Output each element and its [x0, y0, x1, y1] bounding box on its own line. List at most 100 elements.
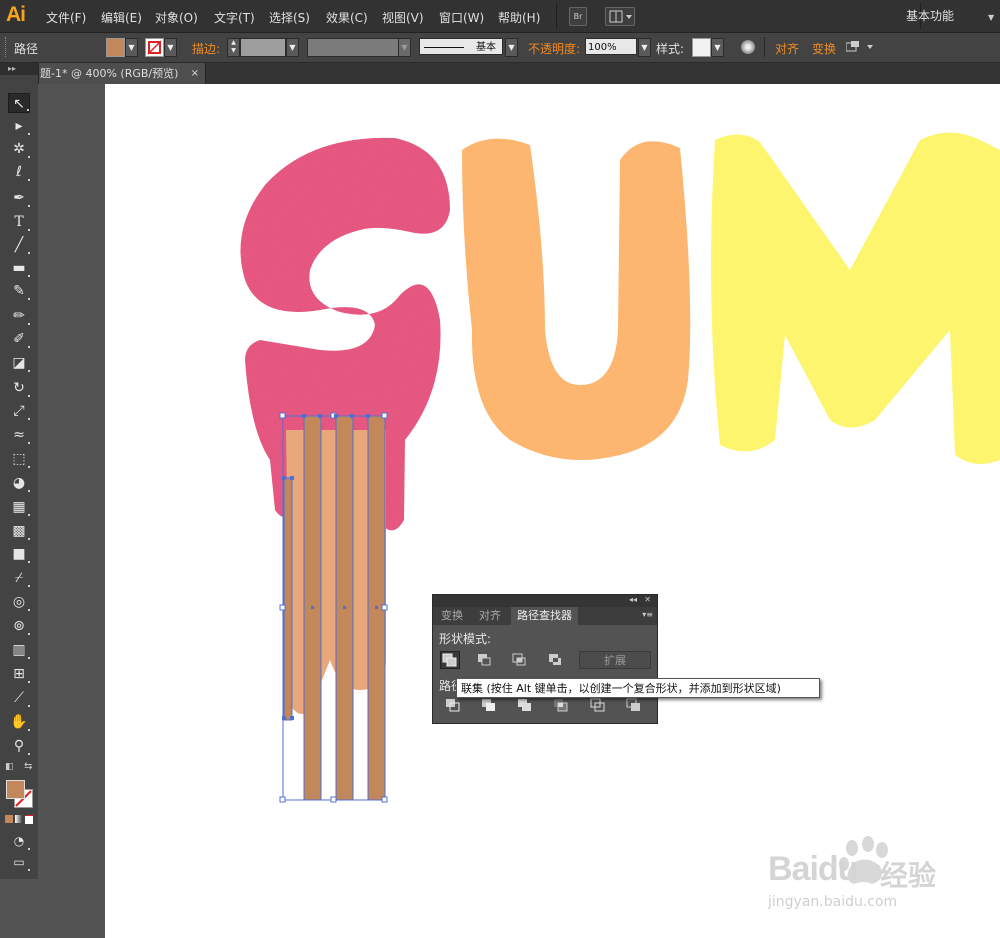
- watermark-url: jingyan.baidu.com: [768, 894, 898, 910]
- default-colors-icon[interactable]: ◧: [5, 762, 15, 772]
- stroke-weight-label[interactable]: 描边:: [192, 40, 220, 57]
- document-tab[interactable]: 题-1* @ 400% (RGB/预览) ×: [38, 63, 206, 84]
- letter-m: [711, 132, 1000, 464]
- divide-button[interactable]: [443, 697, 463, 715]
- expand-button[interactable]: 扩展: [579, 651, 651, 669]
- brush-definition-field[interactable]: 基本: [419, 38, 503, 55]
- stroke-line-icon: [424, 47, 464, 48]
- gradient-tool-icon[interactable]: ■: [8, 544, 30, 564]
- lasso-tool-icon[interactable]: ℓ: [8, 162, 30, 182]
- swap-colors-icon[interactable]: ⇆: [24, 761, 32, 772]
- crop-icon: [554, 699, 568, 712]
- menu-window[interactable]: 窗口(W): [439, 9, 484, 26]
- fill-color-box[interactable]: [6, 780, 25, 799]
- arrange-documents-button[interactable]: [605, 7, 635, 26]
- close-panel-icon[interactable]: ✕: [644, 595, 651, 604]
- pencil-tool-icon[interactable]: ✏: [8, 306, 30, 326]
- brush-dropdown-icon[interactable]: ▼: [505, 38, 518, 57]
- close-tab-icon[interactable]: ×: [191, 63, 199, 84]
- tools-collapse-icon[interactable]: ▸▸: [0, 63, 38, 75]
- direct-selection-tool-icon[interactable]: ▸: [8, 116, 30, 136]
- slice-tool-icon[interactable]: ⟋: [8, 688, 30, 708]
- scale-tool-icon[interactable]: ⤢: [8, 401, 30, 421]
- rotate-tool-icon[interactable]: ↻: [8, 378, 30, 398]
- style-dropdown-icon[interactable]: ▼: [711, 38, 724, 57]
- opacity-label[interactable]: 不透明度:: [528, 40, 580, 57]
- menu-object[interactable]: 对象(O): [155, 9, 198, 26]
- zoom-tool-icon[interactable]: ⚲: [8, 736, 30, 756]
- isolate-group-icon[interactable]: [845, 41, 876, 57]
- tab-align[interactable]: 对齐: [473, 607, 507, 625]
- arrange-documents-icon: [609, 10, 632, 23]
- blend-tool-icon[interactable]: ◎: [8, 592, 30, 612]
- tab-transform[interactable]: 变换: [435, 607, 469, 625]
- menu-type[interactable]: 文字(T): [214, 9, 255, 26]
- menu-edit[interactable]: 编辑(E): [101, 9, 142, 26]
- symbol-sprayer-tool-icon[interactable]: ⊚: [8, 616, 30, 636]
- type-tool-icon[interactable]: T: [8, 212, 30, 232]
- control-bar-grip-icon: [5, 37, 9, 57]
- stroke-weight-field[interactable]: [240, 38, 286, 57]
- tab-pathfinder[interactable]: 路径查找器: [511, 607, 578, 625]
- free-transform-tool-icon[interactable]: ⬚: [8, 449, 30, 469]
- width-tool-icon[interactable]: ≈: [8, 425, 30, 445]
- perspective-grid-tool-icon[interactable]: ▦: [8, 497, 30, 517]
- rectangle-tool-icon[interactable]: ▬: [8, 258, 30, 278]
- selection-tool-icon[interactable]: ↖: [8, 93, 30, 113]
- line-tool-icon[interactable]: ╱: [8, 235, 30, 255]
- magic-wand-tool-icon[interactable]: ✲: [8, 139, 30, 159]
- graphic-style-swatch[interactable]: [692, 38, 711, 57]
- outline-button[interactable]: [588, 697, 608, 715]
- bridge-button[interactable]: Br: [569, 7, 587, 26]
- intersect-button[interactable]: [509, 651, 529, 669]
- merge-button[interactable]: [515, 697, 535, 715]
- unite-button[interactable]: [440, 651, 460, 669]
- pen-tool-icon[interactable]: ✒: [8, 188, 30, 208]
- color-mode-icon[interactable]: [5, 815, 13, 823]
- exclude-button[interactable]: [545, 651, 565, 669]
- menu-file[interactable]: 文件(F): [46, 9, 86, 26]
- stroke-weight-dropdown-icon[interactable]: ▼: [286, 38, 299, 57]
- transform-link[interactable]: 变换: [812, 40, 836, 57]
- menu-view[interactable]: 视图(V): [382, 9, 424, 26]
- panel-menu-icon[interactable]: ▾≡: [642, 610, 653, 619]
- column-graph-tool-icon[interactable]: ▥: [8, 640, 30, 660]
- menu-separator: [556, 3, 557, 29]
- fill-dropdown-icon[interactable]: ▼: [125, 38, 138, 57]
- panel-title-bar[interactable]: ◂◂ ✕: [433, 595, 657, 607]
- recolor-artwork-icon[interactable]: [741, 40, 755, 54]
- variable-width-dropdown-icon[interactable]: ▼: [398, 38, 411, 57]
- stroke-swatch[interactable]: [145, 38, 164, 57]
- collapse-panel-icon[interactable]: ◂◂: [629, 595, 637, 604]
- menu-effect[interactable]: 效果(C): [326, 9, 368, 26]
- mesh-tool-icon[interactable]: ▩: [8, 521, 30, 541]
- gradient-mode-icon[interactable]: [15, 815, 23, 823]
- stroke-weight-stepper[interactable]: ▲ ▼: [227, 38, 240, 57]
- draw-mode-icon[interactable]: ◔: [8, 831, 30, 851]
- document-tab-title: 题-1* @ 400% (RGB/预览): [40, 67, 179, 80]
- fill-swatch[interactable]: [106, 38, 125, 57]
- screen-mode-icon[interactable]: ▭: [8, 852, 30, 872]
- opacity-dropdown-icon[interactable]: ▼: [638, 38, 651, 57]
- crop-button[interactable]: [551, 697, 571, 715]
- hand-tool-icon[interactable]: ✋: [8, 712, 30, 732]
- minus-front-button[interactable]: [474, 651, 494, 669]
- menu-select[interactable]: 选择(S): [269, 9, 310, 26]
- unite-icon: [442, 653, 457, 667]
- variable-width-profile-field[interactable]: [307, 38, 399, 57]
- stroke-dropdown-icon[interactable]: ▼: [164, 38, 177, 57]
- eraser-tool-icon[interactable]: ◪: [8, 353, 30, 373]
- opacity-field[interactable]: 100%: [585, 38, 637, 55]
- watermark-brand: Baidu: [768, 850, 858, 888]
- none-mode-icon[interactable]: [25, 815, 33, 824]
- paintbrush-tool-icon[interactable]: ✎: [8, 281, 30, 301]
- align-link[interactable]: 对齐: [775, 40, 799, 57]
- workspace-switcher[interactable]: 基本功能: [906, 7, 954, 24]
- trim-button[interactable]: [479, 697, 499, 715]
- blob-brush-tool-icon[interactable]: ✐: [8, 329, 30, 349]
- artboard-tool-icon[interactable]: ⊞: [8, 664, 30, 684]
- eyedropper-tool-icon[interactable]: ⌿: [8, 568, 30, 588]
- shape-builder-tool-icon[interactable]: ◕: [8, 473, 30, 493]
- menu-help[interactable]: 帮助(H): [498, 9, 540, 26]
- minus-back-button[interactable]: [624, 697, 644, 715]
